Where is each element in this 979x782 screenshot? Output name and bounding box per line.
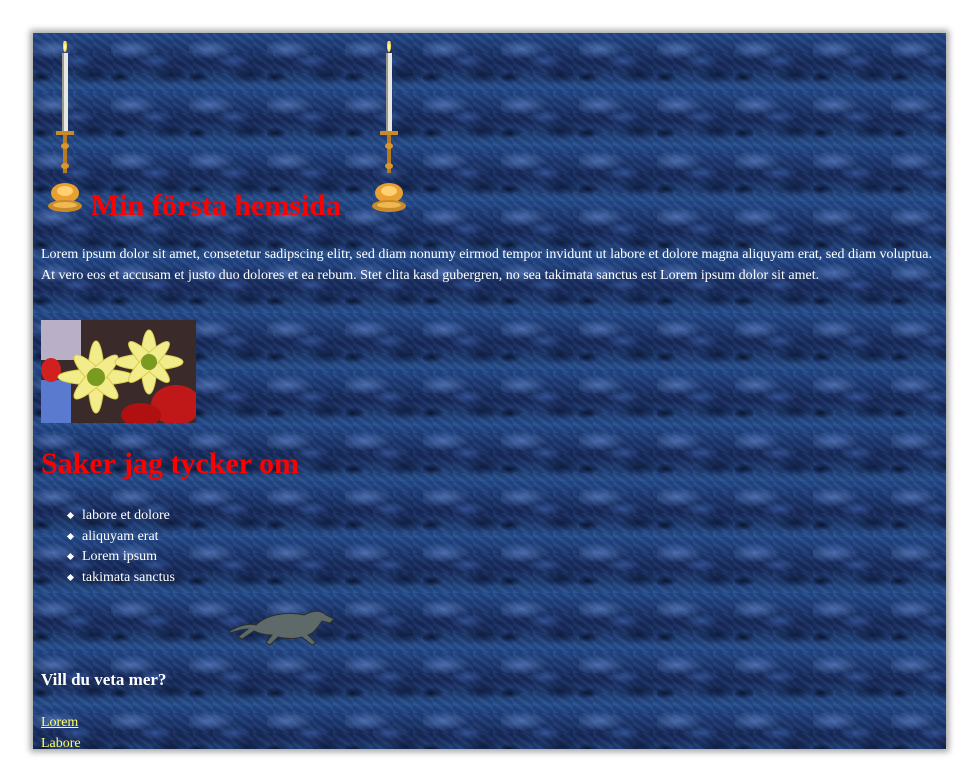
flower-photo [41, 320, 196, 423]
section-title: Saker jag tycker om [41, 447, 300, 480]
running-greyhound-icon [229, 610, 335, 646]
likes-list: labore et dolore aliquyam erat Lorem ips… [65, 506, 175, 588]
intro-paragraph: Lorem ipsum dolor sit amet, consetetur s… [41, 247, 932, 283]
list-item: Lorem ipsum [65, 547, 175, 568]
page-header: Min första hemsida [41, 41, 421, 222]
link-lorem[interactable]: Lorem [41, 713, 81, 734]
site-title: Min första hemsida [91, 189, 341, 222]
browser-page: Min första hemsida Lorem ipsum dolor sit… [33, 33, 946, 749]
list-item: labore et dolore [65, 506, 175, 527]
list-item: aliquyam erat [65, 527, 175, 548]
links-list: Lorem Labore [41, 713, 81, 749]
candle-icon [372, 41, 406, 212]
more-heading: Vill du veta mer? [41, 670, 167, 689]
link-labore[interactable]: Labore [41, 734, 81, 750]
list-item: takimata sanctus [65, 568, 175, 589]
candle-icon [48, 41, 82, 212]
